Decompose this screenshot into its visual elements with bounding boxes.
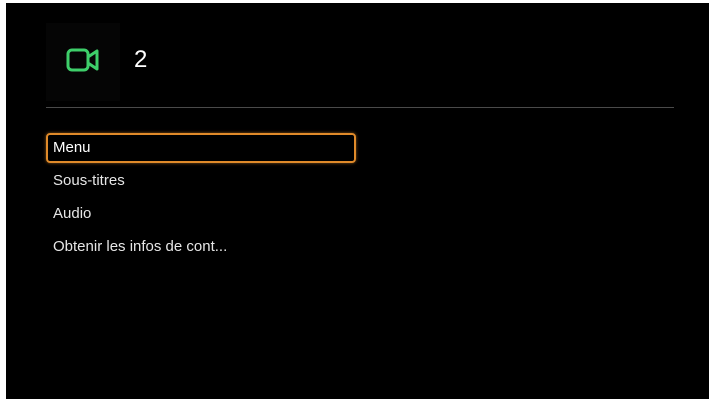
menu-item-menu[interactable]: Menu [46, 133, 356, 163]
menu-item-audio[interactable]: Audio [46, 199, 356, 229]
options-menu: Menu Sous-titres Audio Obtenir les infos… [46, 133, 356, 265]
page-title: 2 [134, 46, 148, 73]
video-camera-icon [66, 47, 100, 78]
menu-item-content-info[interactable]: Obtenir les infos de cont... [46, 232, 356, 262]
menu-item-subtitles[interactable]: Sous-titres [46, 166, 356, 196]
icon-tile [46, 23, 120, 101]
header-divider [46, 107, 674, 108]
media-options-screen: 2 Menu Sous-titres Audio Obtenir les inf… [6, 3, 709, 399]
header: 2 [6, 3, 709, 109]
